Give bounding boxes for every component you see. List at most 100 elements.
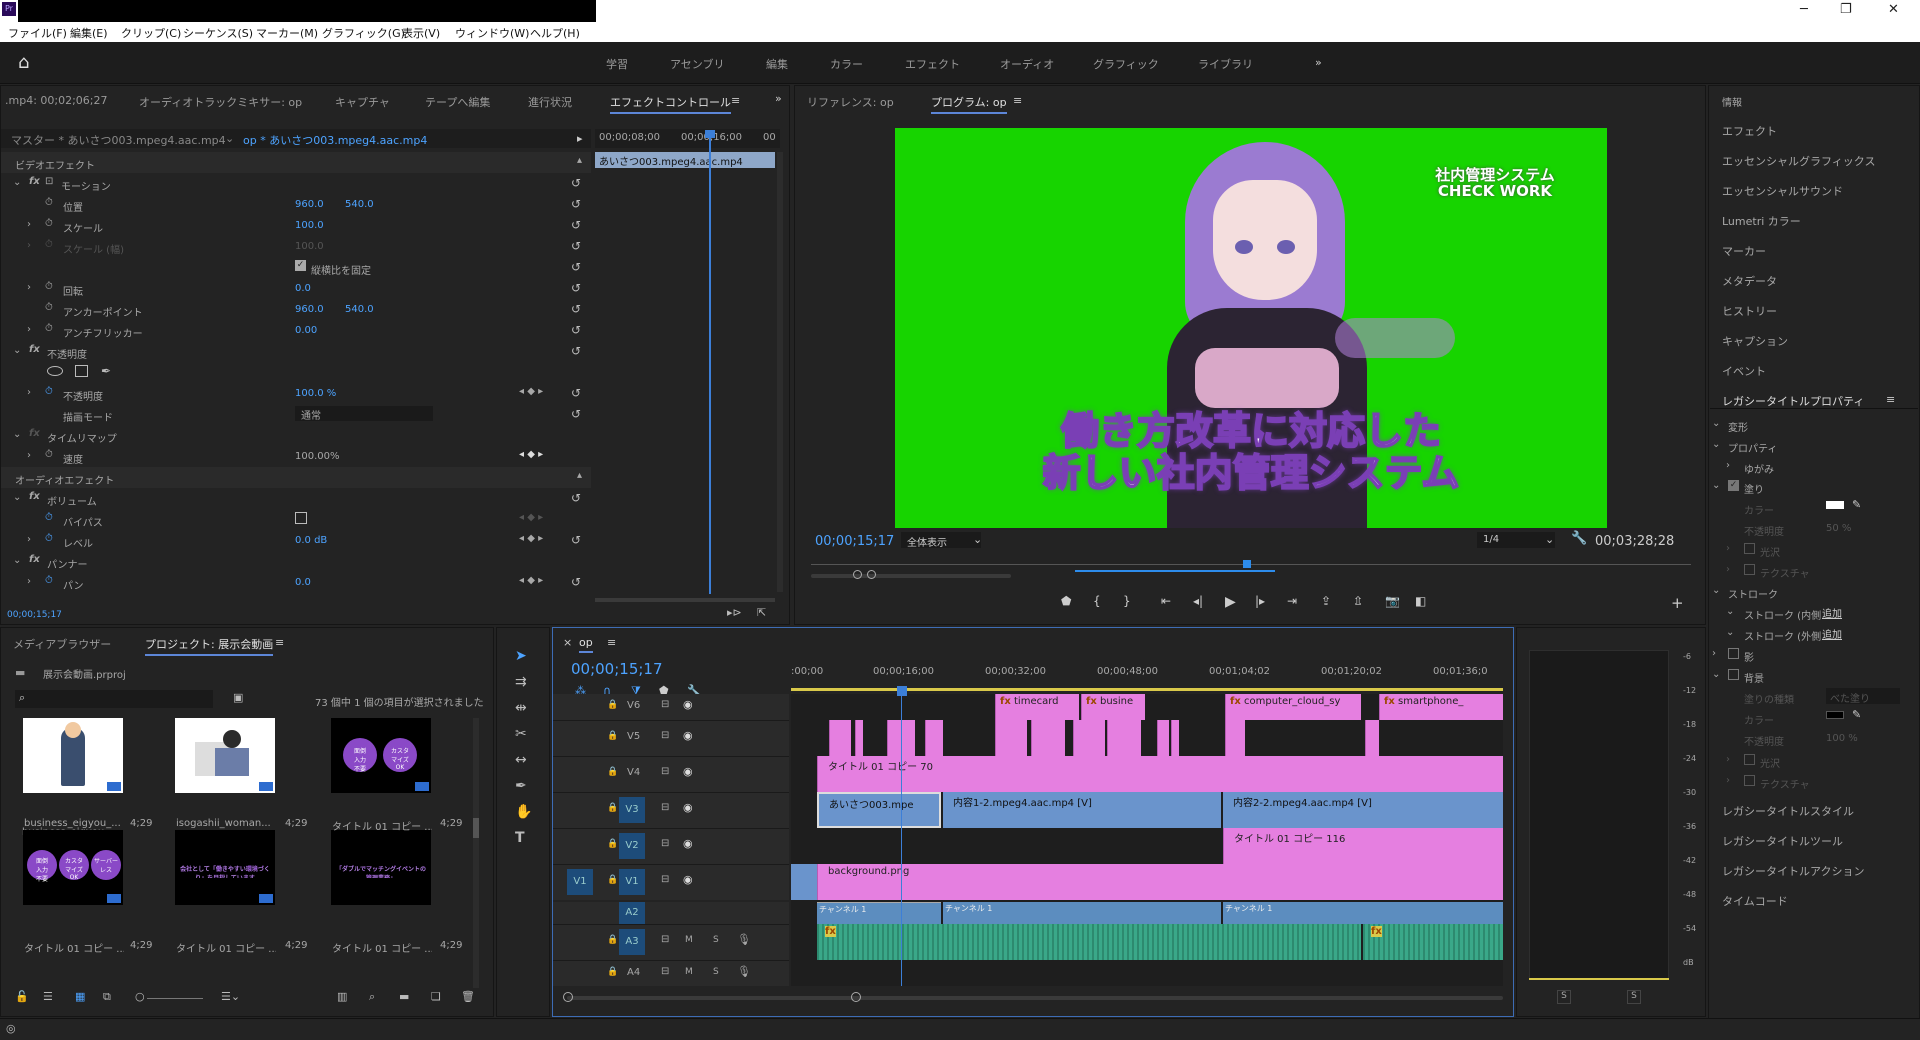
stopwatch-icon[interactable]: ⏱ <box>45 302 53 313</box>
solo-left-button[interactable]: S <box>1557 990 1571 1004</box>
reset-icon[interactable]: ↺ <box>571 197 581 211</box>
stopwatch-icon[interactable]: ⏱ <box>45 218 53 229</box>
keyframe-nav-icon[interactable]: ◂ ◆ ▸ <box>519 575 543 586</box>
timeline-timecode[interactable]: 00;00;15;17 <box>571 660 663 678</box>
chevron-right-icon[interactable]: › <box>1726 460 1730 471</box>
chevron-down-icon[interactable]: ⌄ <box>13 492 21 503</box>
flicker-value[interactable]: 0.00 <box>295 325 317 336</box>
effect-scrollbar[interactable] <box>777 152 783 592</box>
bypass-checkbox[interactable] <box>295 512 307 524</box>
sync-lock-icon[interactable]: ⊟ <box>661 802 669 813</box>
project-scroll-thumb[interactable] <box>473 818 479 838</box>
chevron-down-icon[interactable]: ⌄ <box>1726 606 1734 617</box>
solo-right-button[interactable]: S <box>1627 990 1641 1004</box>
reset-icon[interactable]: ↺ <box>571 302 581 316</box>
timeline-clip[interactable] <box>791 864 817 900</box>
slip-tool-icon[interactable]: ↔ <box>515 752 527 768</box>
tab-source[interactable]: .mp4: 00;02;06;27 <box>5 94 108 107</box>
timeline-clip[interactable]: 内容1-2.mpeg4.aac.mp4 [V] <box>943 792 1221 828</box>
panel-info[interactable]: 情報 <box>1722 94 1742 109</box>
program-video-frame[interactable]: 社内管理システム CHECK WORK 働き方改革に対応した 新しい社内管理シス… <box>895 128 1607 528</box>
eye-icon[interactable]: ◉ <box>683 729 693 742</box>
eye-icon[interactable]: ◉ <box>683 873 693 886</box>
panel-menu-icon[interactable]: ≡ <box>275 636 284 649</box>
panel-history[interactable]: ヒストリー <box>1722 303 1777 319</box>
panel-essential-graphics[interactable]: エッセンシャルグラフィックス <box>1722 153 1875 169</box>
tab-edit-to-tape[interactable]: テープへ編集 <box>425 94 490 110</box>
collapse-icon[interactable]: ▴ <box>577 470 582 481</box>
bg-sheen-checkbox[interactable] <box>1744 754 1755 765</box>
project-item-thumbnail[interactable]: 面倒 入力 不要 カスタ マイズ OK サーバー レス <box>23 830 123 905</box>
panel-legacy-title-properties[interactable]: レガシータイトルプロパティ <box>1722 393 1864 409</box>
timeline-clip[interactable] <box>1157 720 1169 756</box>
project-scrollbar[interactable] <box>473 718 479 988</box>
workspace-libraries[interactable]: ライブラリ <box>1198 56 1253 72</box>
close-tab-icon[interactable]: × <box>563 636 572 649</box>
effect-playhead[interactable] <box>709 134 711 594</box>
razor-tool-icon[interactable]: ✂ <box>515 726 527 742</box>
reset-icon[interactable]: ↺ <box>571 218 581 232</box>
timeline-playhead-line[interactable] <box>901 694 902 986</box>
pen-tool-icon[interactable]: ✒ <box>515 778 527 794</box>
workspace-graphics[interactable]: グラフィック <box>1093 56 1159 72</box>
project-item-thumbnail[interactable]: 「ダブルでマッチングイベントの管理業務」 <box>331 830 431 905</box>
scale-value[interactable]: 100.0 <box>295 220 324 231</box>
lock-icon[interactable]: 🔒 <box>607 731 618 741</box>
timeline-clip[interactable] <box>995 720 1027 756</box>
reset-icon[interactable]: ↺ <box>571 239 581 253</box>
tab-sequence[interactable]: op <box>579 636 593 653</box>
selection-tool-icon[interactable]: ➤ <box>515 648 527 664</box>
panel-captions[interactable]: キャプション <box>1722 333 1788 349</box>
chevron-down-icon[interactable]: ⌄ <box>13 177 21 188</box>
timeline-clip[interactable]: background.png <box>817 864 1503 900</box>
close-icon[interactable]: ✕ <box>1888 2 1899 17</box>
menu-edit[interactable]: 編集(E) <box>70 25 108 41</box>
dropdown-arrow-icon[interactable]: ⌄ <box>225 132 234 145</box>
eyedropper-icon[interactable]: ✎ <box>1852 498 1861 511</box>
filter-icon[interactable]: ▸⊳ <box>727 606 742 619</box>
track-label[interactable]: V2 <box>619 833 645 859</box>
menu-marker[interactable]: マーカー(M) <box>256 25 318 41</box>
panel-markers[interactable]: マーカー <box>1722 243 1766 259</box>
track-label[interactable]: A3 <box>619 929 645 955</box>
audio-clip[interactable]: チャンネル 1 <box>1223 902 1503 924</box>
lock-icon[interactable]: 🔒 <box>607 875 618 885</box>
stopwatch-icon[interactable]: ⏱ <box>45 197 53 208</box>
effect-zoom-bar[interactable] <box>595 598 775 602</box>
lift-icon[interactable]: ⇪ <box>1321 594 1331 608</box>
panel-metadata[interactable]: メタデータ <box>1722 273 1777 289</box>
texture-checkbox[interactable] <box>1744 564 1755 575</box>
eye-icon[interactable]: ◉ <box>683 837 693 850</box>
chevron-right-icon[interactable]: › <box>27 324 31 335</box>
play-icon[interactable]: ▶ <box>1225 594 1236 610</box>
more-tabs-icon[interactable]: » <box>775 92 782 105</box>
add-stroke-inner-link[interactable]: 追加 <box>1822 605 1842 620</box>
reset-icon[interactable]: ↺ <box>571 260 581 274</box>
reset-icon[interactable]: ↺ <box>571 575 581 589</box>
stopwatch-icon[interactable]: ⏱ <box>45 512 53 523</box>
background-checkbox[interactable] <box>1728 669 1739 680</box>
zoom-handle-left[interactable] <box>853 570 862 579</box>
zoom-fit-select[interactable]: 全体表示 <box>901 532 981 549</box>
audio-clip[interactable]: fx <box>1363 924 1503 960</box>
speed-value[interactable]: 100.00% <box>295 451 340 462</box>
lock-icon[interactable]: 🔒 <box>607 803 618 813</box>
program-playhead[interactable] <box>1243 560 1251 568</box>
chevron-right-icon[interactable]: › <box>27 282 31 293</box>
eye-icon[interactable]: ◉ <box>683 698 693 711</box>
sync-lock-icon[interactable]: ⊟ <box>661 730 669 741</box>
tab-progress[interactable]: 進行状況 <box>528 94 572 110</box>
panel-timecode[interactable]: タイムコード <box>1722 893 1788 909</box>
timeline-clip[interactable] <box>855 720 863 756</box>
shadow-checkbox[interactable] <box>1728 648 1739 659</box>
comparison-view-icon[interactable]: ◧ <box>1415 594 1426 608</box>
panel-essential-sound[interactable]: エッセンシャルサウンド <box>1722 183 1843 199</box>
pen-mask-icon[interactable]: ✒ <box>101 364 111 378</box>
panel-effects[interactable]: エフェクト <box>1722 123 1777 139</box>
timeline-clip[interactable] <box>1031 720 1065 756</box>
timeline-clip-area[interactable]: fx timecard fx busine fx computer_cloud_… <box>791 694 1503 986</box>
home-icon[interactable]: ⌂ <box>18 52 29 73</box>
tab-media-browser[interactable]: メディアブラウザー <box>13 636 111 652</box>
panel-legacy-title-actions[interactable]: レガシータイトルアクション <box>1722 863 1864 879</box>
zoom-handle-left[interactable] <box>563 992 573 1002</box>
